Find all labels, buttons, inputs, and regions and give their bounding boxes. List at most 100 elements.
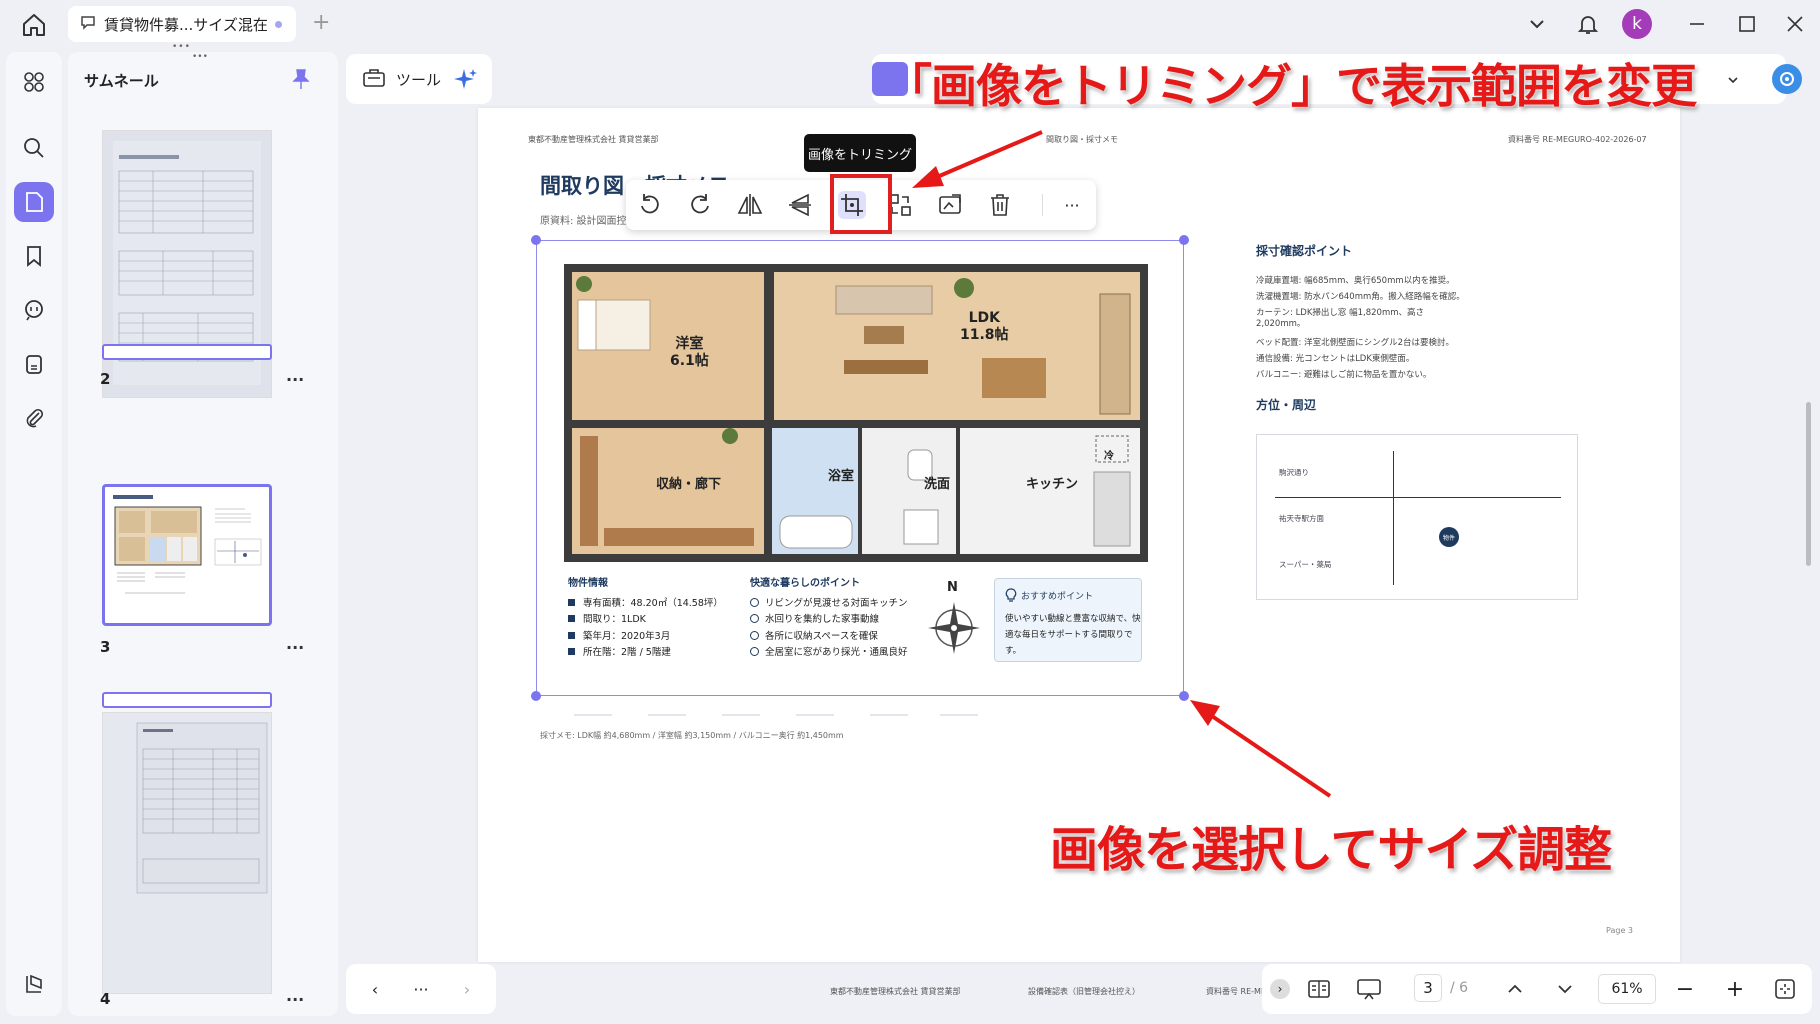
toolbox-icon xyxy=(362,66,386,92)
location-section-title: 方位・周辺 xyxy=(1256,398,1317,412)
page-header-center: 間取り図・採寸メモ xyxy=(1046,135,1118,144)
vertical-scrollbar[interactable] xyxy=(1806,402,1811,566)
recommend-body: 使いやすい動線と豊富な収納で、快適な毎日をサポートする間取りです。 xyxy=(1005,614,1141,656)
info-item: 専有面積：48.20㎡（14.58坪） xyxy=(568,596,723,613)
ai-sparkle-icon[interactable] xyxy=(452,66,480,98)
thumbnail-page-4[interactable] xyxy=(102,712,272,994)
tab-title: 賃貸物件募...サイズ混在 xyxy=(104,15,268,34)
extract-image-icon[interactable] xyxy=(936,191,964,219)
page-down-icon[interactable] xyxy=(1552,976,1578,1002)
measure-item: バルコニー: 避難はしご前に物品を置かない。 xyxy=(1256,370,1432,380)
thumbnail-page-3[interactable] xyxy=(102,484,272,626)
thumbnail-more-button[interactable]: ... xyxy=(286,634,304,653)
flip-vertical-icon[interactable] xyxy=(786,191,814,219)
thumbnail-more-button[interactable]: ... xyxy=(286,986,304,1005)
map-road xyxy=(1393,451,1394,585)
room-label-washroom: 洗面 xyxy=(924,477,951,492)
resize-handle[interactable] xyxy=(531,235,541,245)
compass-north: N xyxy=(947,580,958,595)
measure-item: 洗濯機置場: 防水パン640mm角。搬入経路幅を確認。 xyxy=(1256,292,1465,302)
close-icon[interactable] xyxy=(1784,12,1806,40)
new-tab-button[interactable]: + xyxy=(312,10,330,35)
measure-section-title: 採寸確認ポイント xyxy=(1256,244,1353,258)
map-pin: 物件 xyxy=(1439,527,1459,547)
thumbnail-number: 3 xyxy=(100,638,111,656)
tool-label: ツール xyxy=(396,70,442,89)
fit-page-icon[interactable] xyxy=(1772,976,1798,1002)
room-label-western: 洋室 6.1帖 xyxy=(670,336,709,369)
room-label-kitchen: キッチン xyxy=(1026,477,1079,492)
resize-handle[interactable] xyxy=(531,691,541,701)
more-options-button[interactable]: ··· xyxy=(1058,191,1086,219)
rotate-right-icon[interactable] xyxy=(686,191,714,219)
location-map: 駒沢通り 祐天寺駅方面 スーパー・薬局 物件 xyxy=(1256,434,1578,600)
page-icon[interactable] xyxy=(14,182,54,222)
bookmark-icon[interactable] xyxy=(14,236,54,276)
points-item: リビングが見渡せる対面キッチン xyxy=(750,596,908,613)
bell-icon[interactable] xyxy=(1576,12,1600,40)
expand-chevron-icon[interactable]: › xyxy=(1270,979,1290,999)
rotate-left-icon[interactable] xyxy=(636,191,664,219)
points-item: 全居室に窓があり採光・通風良好 xyxy=(750,645,908,662)
pin-icon[interactable] xyxy=(290,68,312,94)
trash-icon[interactable] xyxy=(986,191,1014,219)
form-icon[interactable] xyxy=(14,344,54,384)
layers-icon[interactable] xyxy=(14,964,54,1004)
present-icon[interactable] xyxy=(1356,976,1382,1002)
apps-icon[interactable] xyxy=(14,62,54,102)
map-label: 祐天寺駅方面 xyxy=(1279,514,1324,523)
document-tab[interactable]: 賃貸物件募...サイズ混在 ••• xyxy=(68,6,296,52)
map-road xyxy=(1275,497,1561,498)
comment-icon xyxy=(80,14,96,34)
annotation-crop: 「画像をトリミング」で表示範囲を変更 xyxy=(885,58,1698,114)
info-item: 所在階：2階 / 5階建 xyxy=(568,645,723,662)
crop-highlight xyxy=(830,174,892,234)
next-button[interactable]: › xyxy=(454,976,480,1002)
thumbnail-more-button[interactable]: ... xyxy=(286,366,304,385)
resize-handle[interactable] xyxy=(1179,691,1189,701)
chevron-down-icon[interactable] xyxy=(1726,72,1740,91)
zoom-in-button[interactable]: + xyxy=(1722,976,1748,1002)
prev-button[interactable]: ‹ xyxy=(362,976,388,1002)
reading-mode-icon[interactable] xyxy=(1306,976,1332,1002)
page-header-left: 東都不動産管理株式会社 賃貸営業部 xyxy=(528,135,659,144)
page-header-right: 資料番号 RE-MEGURO-402-2026-07 xyxy=(1508,135,1647,144)
page-selection-indicator xyxy=(102,344,272,360)
zoom-out-button[interactable]: − xyxy=(1672,976,1698,1002)
drag-handle-icon[interactable]: ••• xyxy=(172,42,191,52)
map-label: 駒沢通り xyxy=(1279,468,1309,477)
more-button[interactable]: ··· xyxy=(408,976,434,1002)
floor-plan-drawing xyxy=(564,264,1148,562)
next-page-header: 資料番号 RE-ME xyxy=(1206,987,1266,996)
resize-handle[interactable] xyxy=(1179,235,1189,245)
home-icon[interactable] xyxy=(20,12,48,38)
toolbar-divider xyxy=(1042,194,1043,216)
avatar[interactable]: k xyxy=(1622,9,1652,39)
current-page-input[interactable]: 3 xyxy=(1414,974,1442,1002)
panel-title: サムネール xyxy=(84,72,159,90)
attachment-icon[interactable] xyxy=(14,398,54,438)
assistant-logo-icon[interactable] xyxy=(1772,64,1802,94)
unsaved-dot xyxy=(275,21,282,28)
points-item: 各所に収納スペースを確保 xyxy=(750,629,908,646)
measure-item: カーテン: LDK掃出し窓 幅1,820mm、高さ2,020mm。 xyxy=(1256,308,1425,329)
search-icon[interactable] xyxy=(14,128,54,168)
zoom-level[interactable]: 61% xyxy=(1598,974,1656,1004)
measure-item: 冷蔵庫置場: 幅685mm、奥行650mm以内を推奨。 xyxy=(1256,276,1455,286)
measure-item: ベッド配置: 洋室北側壁面にシングル2台は要検討。 xyxy=(1256,338,1454,348)
next-page-header: 設備確認表（旧管理会社控え） xyxy=(1028,987,1140,996)
minimize-icon[interactable] xyxy=(1686,12,1708,40)
page-up-icon[interactable] xyxy=(1502,976,1528,1002)
flip-horizontal-icon[interactable] xyxy=(736,191,764,219)
drag-handle-icon[interactable]: ••• xyxy=(192,52,208,62)
compass-icon xyxy=(926,600,982,660)
info-item: 間取り：1LDK xyxy=(568,612,723,629)
maximize-icon[interactable] xyxy=(1736,12,1758,40)
chevron-down-icon[interactable] xyxy=(1526,12,1548,40)
comment-icon[interactable] xyxy=(14,290,54,330)
property-info: 物件情報 専有面積：48.20㎡（14.58坪） 間取り：1LDK 築年月：20… xyxy=(568,576,723,662)
recommend-box: おすすめポイント 使いやすい動線と豊富な収納で、快適な毎日をサポートする間取りで… xyxy=(994,578,1142,662)
next-page-header: 東都不動産管理株式会社 賃貸営業部 xyxy=(830,987,961,996)
thumbnail-panel: ••• サムネール 2 ... 3 ... 4 ... xyxy=(68,52,338,1016)
room-label-ldk: LDK 11.8帖 xyxy=(960,310,1009,343)
